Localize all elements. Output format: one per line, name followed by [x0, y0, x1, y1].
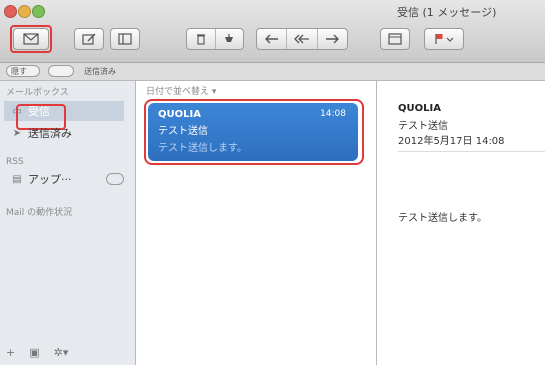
reply-group [256, 28, 348, 50]
sidebar-item-label: 送信済み [28, 127, 72, 140]
minimize-window-button[interactable] [18, 5, 31, 18]
viewer-sender: QUOLIA [398, 103, 441, 114]
mailboxes-header: メールボックス [6, 88, 69, 98]
trash-icon [196, 33, 206, 45]
flag-button[interactable] [424, 28, 464, 50]
zoom-window-button[interactable] [32, 5, 45, 18]
toolbar: 受信 (1 メッセージ) [0, 0, 545, 63]
sidebar-item-rss-feed[interactable]: ▤ アップ··· [4, 169, 124, 189]
sidebar-bottom-controls: + ▣ ✲▾ [6, 346, 68, 359]
sent-favorite-button[interactable]: 送信済み [80, 65, 124, 77]
delete-junk-group [186, 28, 244, 50]
sidebar-item-label: アップ··· [28, 173, 72, 186]
activity-header: Mail の動作状況 [6, 208, 73, 218]
activity-button[interactable]: ▣ [29, 346, 39, 359]
rss-header: RSS [6, 157, 24, 167]
viewer-date: 2012年5月17日 14:08 [398, 136, 505, 147]
flag-icon [434, 33, 454, 45]
close-window-button[interactable] [4, 5, 17, 18]
add-mailbox-button[interactable]: + [6, 346, 15, 359]
message-body: テスト送信します。 [398, 213, 487, 224]
junk-button[interactable] [216, 29, 244, 49]
window-title: 受信 (1 メッセージ) [397, 6, 497, 19]
viewer-subject: テスト送信 [398, 121, 448, 132]
paper-plane-icon: ➤ [12, 127, 22, 139]
message-highlight [144, 99, 364, 165]
forward-button[interactable] [318, 29, 347, 49]
inbox-favorite-button[interactable] [48, 65, 74, 77]
sidebar-item-sent[interactable]: ➤ 送信済み [4, 123, 124, 143]
toggle-sidebar-button[interactable] [110, 28, 140, 50]
sent-favorite-label: 送信済み [84, 66, 116, 76]
reply-icon [264, 34, 279, 44]
rss-feed-icon: ▤ [12, 173, 22, 185]
get-mail-highlight [10, 25, 52, 53]
sort-label: 日付で並べ替え [146, 87, 210, 97]
forward-icon [325, 34, 340, 44]
sidebar-icon [118, 33, 132, 45]
delete-button[interactable] [187, 29, 216, 49]
mail-window: 受信 (1 メッセージ) 隠す 送信済み メールボックス ▭ 受信 ➤ 送信済み… [0, 0, 545, 365]
reply-button[interactable] [257, 29, 288, 49]
gear-icon[interactable]: ✲▾ [54, 346, 69, 359]
chevron-down-icon: ▾ [211, 87, 217, 97]
reply-all-icon [294, 34, 310, 44]
note-icon [388, 33, 402, 45]
compose-button[interactable] [74, 28, 104, 50]
mailbox-sidebar: メールボックス ▭ 受信 ➤ 送信済み RSS ▤ アップ··· Mail の動… [0, 81, 136, 365]
header-divider [398, 151, 545, 152]
unread-badge [106, 173, 124, 185]
message-list: 日付で並べ替え ▾ QUOLIA 14:08 テスト送信 テスト送信します。 [136, 81, 377, 365]
junk-icon [223, 33, 235, 45]
new-note-button[interactable] [380, 28, 410, 50]
hide-mailboxes-button[interactable]: 隠す [6, 65, 40, 77]
message-viewer: QUOLIA テスト送信 2012年5月17日 14:08 テスト送信します。 [377, 81, 545, 365]
hide-label: 隠す [11, 66, 27, 76]
compose-icon [82, 33, 96, 45]
sort-header[interactable]: 日付で並べ替え ▾ [146, 84, 216, 97]
favorites-bar: 隠す 送信済み [0, 63, 545, 81]
reply-all-button[interactable] [287, 29, 318, 49]
